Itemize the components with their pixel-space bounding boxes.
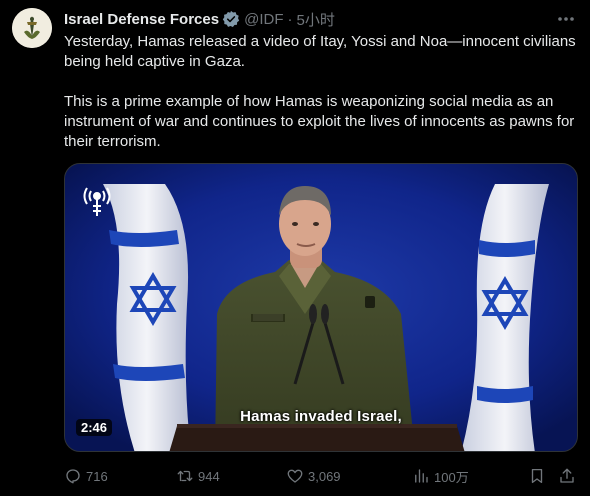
share-icon [560, 468, 574, 483]
reply-icon [66, 469, 80, 484]
retweet-icon [177, 470, 193, 482]
views-button[interactable]: 100万 [412, 464, 469, 488]
share-button[interactable] [558, 464, 580, 488]
retweet-count: 944 [198, 468, 220, 484]
more-icon [558, 17, 574, 21]
podium [169, 426, 465, 451]
action-bar: 716 944 3,069 100万 [64, 464, 578, 488]
timestamp[interactable]: 5小时 [296, 9, 334, 30]
tweet[interactable]: Israel Defense Forces @IDF · 5小时 Yesterd… [0, 0, 590, 496]
tweet-header: Israel Defense Forces @IDF · 5小时 [64, 9, 335, 29]
bookmark-icon [531, 468, 543, 484]
tweet-text: Yesterday, Hamas released a video of Ita… [64, 32, 576, 152]
reply-button[interactable]: 716 [64, 464, 108, 488]
verified-badge-icon[interactable] [222, 10, 240, 28]
tweet-paragraph-2: This is a prime example of how Hamas is … [64, 93, 575, 150]
video-player[interactable]: Hamas invaded Israel, 2:46 [64, 163, 578, 452]
reply-count: 716 [86, 468, 108, 484]
more-button[interactable] [556, 10, 576, 28]
like-count: 3,069 [308, 468, 341, 484]
bookmark-button[interactable] [528, 464, 550, 488]
video-caption: Hamas invaded Israel, [240, 408, 402, 425]
handle[interactable]: @IDF [244, 11, 283, 28]
separator-dot: · [287, 10, 293, 28]
retweet-button[interactable]: 944 [176, 464, 220, 488]
views-count: 100万 [434, 469, 469, 485]
tweet-paragraph-1: Yesterday, Hamas released a video of Ita… [64, 33, 576, 70]
video-duration-badge: 2:46 [76, 419, 113, 436]
like-button[interactable]: 3,069 [286, 464, 341, 488]
display-name[interactable]: Israel Defense Forces [64, 11, 219, 28]
avatar[interactable] [12, 8, 52, 48]
like-icon [287, 469, 303, 483]
views-icon [415, 469, 428, 483]
idf-emblem-icon [12, 8, 52, 48]
